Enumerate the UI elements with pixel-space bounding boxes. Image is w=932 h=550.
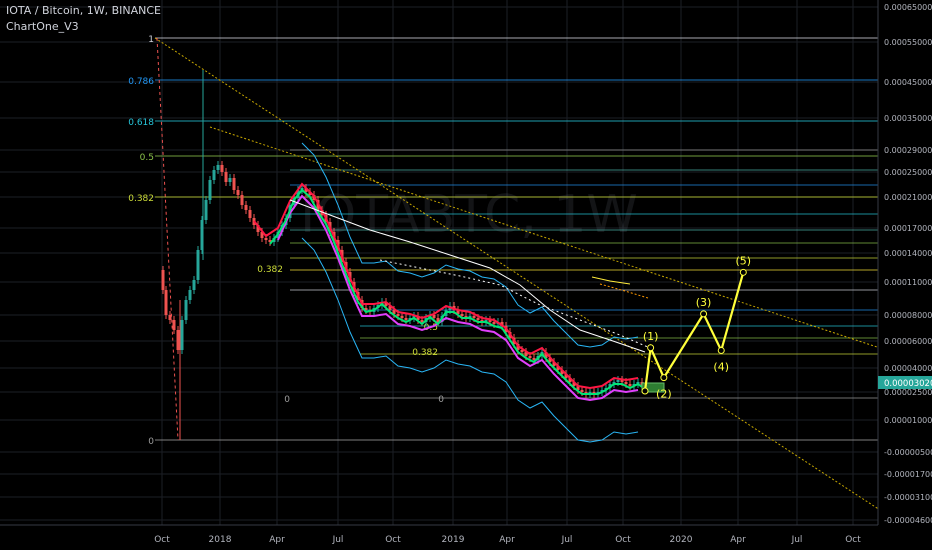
candle-body	[236, 190, 240, 195]
candle-body	[420, 320, 424, 322]
y-tick-label: 0.00006000	[884, 337, 932, 346]
y-tick-label: 0.00001000	[884, 416, 932, 425]
elliott-wave-point	[660, 374, 668, 382]
candle-body	[396, 314, 400, 316]
y-tick-label: 0.00029000	[884, 146, 932, 155]
candle-body	[616, 380, 620, 382]
fib-inner-label: 0	[438, 395, 444, 405]
candle-body	[188, 290, 192, 300]
candle-body	[232, 178, 236, 190]
fib-level-label: 1	[148, 35, 154, 45]
candle-body	[220, 165, 224, 172]
elliott-wave-point	[717, 346, 725, 354]
elliott-wave-point	[700, 310, 708, 318]
candle-body	[192, 280, 196, 290]
y-tick-label: 0.00017000	[884, 224, 932, 233]
y-tick-label: 0.00065000	[884, 3, 932, 12]
x-tick-label: Jul	[332, 535, 344, 545]
candle-body	[180, 320, 184, 350]
chart-title: IOTA / Bitcoin, 1W, BINANCE	[6, 4, 161, 17]
candle-body	[248, 210, 252, 218]
candle-body	[264, 238, 268, 240]
candle-body	[161, 270, 165, 290]
y-tick-label: 0.00011000	[884, 278, 932, 287]
fib-inner-label: 0.382	[257, 265, 283, 275]
x-tick-label: 2020	[670, 535, 693, 545]
candle-body	[204, 200, 208, 220]
candle-body	[628, 384, 632, 386]
x-tick-label: Oct	[615, 535, 631, 545]
y-tick-label: 0.00045000	[884, 78, 932, 87]
candle-body	[240, 195, 244, 205]
x-tick-label: Apr	[730, 535, 746, 545]
candle-body	[176, 330, 180, 350]
y-tick-label: -0.00004600	[884, 516, 932, 525]
elliott-wave-point	[647, 344, 655, 352]
x-tick-label: Oct	[154, 535, 170, 545]
fib-level-label: 0.618	[128, 118, 154, 128]
candle-body	[476, 318, 480, 320]
x-tick-label: 2019	[442, 535, 465, 545]
candle-body	[172, 320, 176, 330]
x-tick-label: Apr	[499, 535, 515, 545]
x-tick-label: Oct	[845, 535, 861, 545]
elliott-wave-point	[641, 387, 649, 395]
candle-body	[196, 250, 200, 280]
candle-body	[472, 316, 476, 318]
fib-level-label: 0.382	[128, 194, 154, 204]
elliott-wave-label: (4)	[713, 360, 729, 373]
elliott-wave-point	[739, 268, 747, 276]
candle-body	[432, 315, 436, 318]
candle-body	[208, 180, 212, 200]
fib-level-label: 0	[148, 437, 154, 447]
candle-body	[224, 172, 228, 182]
x-tick-label: Jul	[561, 535, 573, 545]
indicator-label[interactable]: ChartOne_V3	[6, 20, 79, 33]
candle-body	[528, 356, 532, 358]
x-tick-label: Apr	[269, 535, 285, 545]
candle-body	[244, 205, 248, 210]
x-tick-label: Oct	[385, 535, 401, 545]
y-tick-label: 0.00004000	[884, 364, 932, 373]
fib-level-label: 0.5	[140, 153, 154, 163]
candle-body	[400, 316, 404, 318]
y-tick-label: 0.00025000	[884, 168, 932, 177]
candle-body	[404, 318, 408, 320]
candle-body	[580, 390, 584, 392]
fib-inner-label: 0.382	[412, 348, 438, 358]
candle-body	[228, 178, 232, 182]
chart-watermark: IOTABTC, 1W	[300, 185, 638, 245]
candle-body	[492, 322, 496, 324]
y-tick-label: 0.00035000	[884, 114, 932, 123]
price-chart[interactable]: IOTABTC, 1W10.7860.6180.50.38200.3820.50…	[0, 0, 932, 550]
candle-body	[184, 300, 188, 320]
fib-level-label: 0.786	[128, 77, 154, 87]
y-tick-label: 0.00002500	[884, 388, 932, 397]
y-tick-label: 0.00021000	[884, 193, 932, 202]
y-tick-label: -0.00001700	[884, 470, 932, 479]
candle-body	[216, 165, 220, 170]
y-tick-label: 0.00014000	[884, 249, 932, 258]
elliott-wave-label: (1)	[643, 330, 659, 343]
y-tick-label: -0.00003100	[884, 493, 932, 502]
y-tick-label: -0.00000500	[884, 448, 932, 457]
current-price-label: 0.00003020	[884, 379, 932, 389]
candle-body	[460, 314, 464, 316]
elliott-wave-label: (5)	[736, 254, 752, 267]
fib-inner-label: 0	[284, 395, 290, 405]
x-tick-label: Jul	[791, 535, 803, 545]
candle-body	[168, 315, 172, 320]
y-tick-label: 0.00008000	[884, 311, 932, 320]
candle-body	[164, 290, 168, 315]
elliott-wave-label: (2)	[656, 388, 672, 401]
x-tick-label: 2018	[209, 535, 232, 545]
candle-body	[212, 170, 216, 180]
candle-body	[624, 382, 628, 384]
elliott-wave-label: (3)	[696, 296, 712, 309]
y-tick-label: 0.00055000	[884, 38, 932, 47]
